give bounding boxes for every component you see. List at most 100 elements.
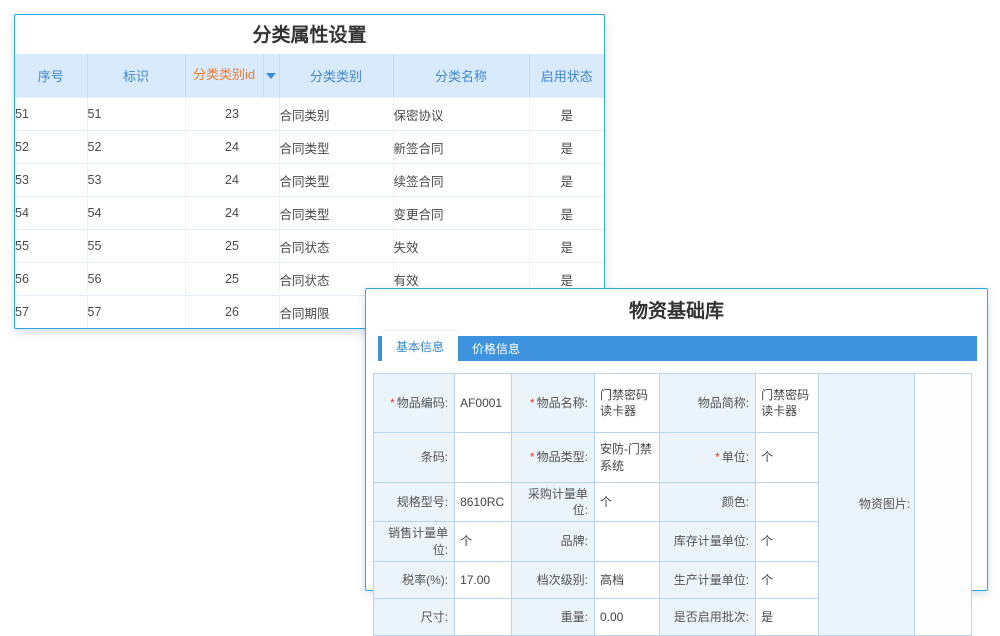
form-field-value[interactable]: 安防-门禁系统 xyxy=(594,433,659,483)
form-field-value[interactable] xyxy=(455,433,512,483)
form-field-value[interactable]: 高档 xyxy=(594,561,659,598)
cell-mark: 53 xyxy=(87,164,185,197)
cell-cat_name: 保密协议 xyxy=(393,98,529,131)
form-field-label: 尺寸: xyxy=(374,598,455,635)
material-form-container: *物品编码:AF0001*物品名称:门禁密码读卡器物品简称:门禁密码读卡器物资图… xyxy=(373,373,977,636)
tab-bar: 基本信息价格信息 xyxy=(378,336,977,361)
form-field-label: *物品类型: xyxy=(511,433,594,483)
table-row[interactable]: 515123合同类别保密协议是 xyxy=(15,98,604,131)
form-field-label: 颜色: xyxy=(659,483,755,522)
required-asterisk-icon: * xyxy=(390,396,395,410)
table-header-row: 序号 标识 分类类别id 分类类别 分类名称 启用状态 xyxy=(15,54,604,98)
form-field-label: *物品编码: xyxy=(374,374,455,433)
material-panel-title: 物资基础库 xyxy=(366,289,987,331)
cell-seq: 56 xyxy=(15,263,87,296)
cell-cat_name: 续签合同 xyxy=(393,164,529,197)
form-row: *物品编码:AF0001*物品名称:门禁密码读卡器物品简称:门禁密码读卡器物资图… xyxy=(374,374,972,433)
cell-enabled: 是 xyxy=(529,164,604,197)
cell-cat_name: 新签合同 xyxy=(393,131,529,164)
form-field-label: *物品名称: xyxy=(511,374,594,433)
material-image-cell[interactable] xyxy=(915,374,972,636)
form-field-value[interactable]: 个 xyxy=(594,483,659,522)
form-field-value[interactable]: 个 xyxy=(756,561,819,598)
cell-enabled: 是 xyxy=(529,230,604,263)
material-form-table: *物品编码:AF0001*物品名称:门禁密码读卡器物品简称:门禁密码读卡器物资图… xyxy=(373,373,972,636)
col-header-category-name: 分类名称 xyxy=(393,54,529,98)
required-asterisk-icon: * xyxy=(530,450,535,464)
cell-mark: 51 xyxy=(87,98,185,131)
form-field-label: 规格型号: xyxy=(374,483,455,522)
form-field-label: 生产计量单位: xyxy=(659,561,755,598)
cell-seq: 53 xyxy=(15,164,87,197)
cell-mark: 52 xyxy=(87,131,185,164)
cell-enabled: 是 xyxy=(529,98,604,131)
form-field-label: 库存计量单位: xyxy=(659,522,755,561)
form-field-label: 重量: xyxy=(511,598,594,635)
table-row[interactable]: 535324合同类型续签合同是 xyxy=(15,164,604,197)
required-asterisk-icon: * xyxy=(715,450,720,464)
material-base-library-panel: 物资基础库 基本信息价格信息 *物品编码:AF0001*物品名称:门禁密码读卡器… xyxy=(365,288,988,591)
cell-cat_id: 24 xyxy=(185,131,279,164)
cell-enabled: 是 xyxy=(529,197,604,230)
cell-cat_type: 合同状态 xyxy=(279,230,393,263)
cell-seq: 57 xyxy=(15,296,87,329)
form-field-value[interactable] xyxy=(756,483,819,522)
tab-price-info[interactable]: 价格信息 xyxy=(458,336,534,361)
form-field-value[interactable] xyxy=(455,598,512,635)
cell-cat_id: 26 xyxy=(185,296,279,329)
form-field-label: 税率(%): xyxy=(374,561,455,598)
form-field-value[interactable]: 17.00 xyxy=(455,561,512,598)
cell-cat_id: 24 xyxy=(185,197,279,230)
form-field-value[interactable]: 是 xyxy=(756,598,819,635)
form-field-value[interactable]: AF0001 xyxy=(455,374,512,433)
form-field-value[interactable]: 个 xyxy=(455,522,512,561)
cell-enabled: 是 xyxy=(529,131,604,164)
col-header-enabled: 启用状态 xyxy=(529,54,604,98)
category-panel-title: 分类属性设置 xyxy=(15,15,604,54)
form-field-label: 档次级别: xyxy=(511,561,594,598)
form-field-value[interactable]: 个 xyxy=(756,522,819,561)
cell-cat_name: 变更合同 xyxy=(393,197,529,230)
cell-cat_id: 23 xyxy=(185,98,279,131)
cell-mark: 57 xyxy=(87,296,185,329)
sort-caret-down-icon[interactable] xyxy=(263,54,279,97)
form-field-value[interactable]: 门禁密码读卡器 xyxy=(594,374,659,433)
category-table: 序号 标识 分类类别id 分类类别 分类名称 启用状态 515123合同类别保密… xyxy=(15,54,604,328)
cell-seq: 55 xyxy=(15,230,87,263)
form-field-label: 物品简称: xyxy=(659,374,755,433)
table-row[interactable]: 545424合同类型变更合同是 xyxy=(15,197,604,230)
material-image-label: 物资图片: xyxy=(818,374,914,636)
form-field-value[interactable] xyxy=(594,522,659,561)
form-field-label: 是否启用批次: xyxy=(659,598,755,635)
form-field-label: 条码: xyxy=(374,433,455,483)
table-row[interactable]: 525224合同类型新签合同是 xyxy=(15,131,604,164)
cell-mark: 55 xyxy=(87,230,185,263)
col-header-category-id-label: 分类类别id xyxy=(186,54,263,97)
col-header-mark: 标识 xyxy=(87,54,185,98)
col-header-seq: 序号 xyxy=(15,54,87,98)
cell-seq: 51 xyxy=(15,98,87,131)
form-field-label: 销售计量单位: xyxy=(374,522,455,561)
form-field-value[interactable]: 8610RC xyxy=(455,483,512,522)
cell-cat_type: 合同类型 xyxy=(279,197,393,230)
cell-cat_name: 失效 xyxy=(393,230,529,263)
cell-mark: 56 xyxy=(87,263,185,296)
tab-basic-info[interactable]: 基本信息 xyxy=(382,331,458,361)
form-field-value[interactable]: 门禁密码读卡器 xyxy=(756,374,819,433)
cell-cat_type: 合同类别 xyxy=(279,98,393,131)
cell-cat_id: 24 xyxy=(185,164,279,197)
cell-cat_id: 25 xyxy=(185,230,279,263)
table-row[interactable]: 555525合同状态失效是 xyxy=(15,230,604,263)
cell-seq: 54 xyxy=(15,197,87,230)
col-header-category-id[interactable]: 分类类别id xyxy=(185,54,279,98)
form-field-value[interactable]: 个 xyxy=(756,433,819,483)
form-field-label: 采购计量单位: xyxy=(511,483,594,522)
cell-cat_type: 合同类型 xyxy=(279,164,393,197)
form-field-label: 品牌: xyxy=(511,522,594,561)
col-header-category-type: 分类类别 xyxy=(279,54,393,98)
cell-cat_id: 25 xyxy=(185,263,279,296)
form-field-label: *单位: xyxy=(659,433,755,483)
cell-mark: 54 xyxy=(87,197,185,230)
form-field-value[interactable]: 0.00 xyxy=(594,598,659,635)
cell-cat_type: 合同类型 xyxy=(279,131,393,164)
